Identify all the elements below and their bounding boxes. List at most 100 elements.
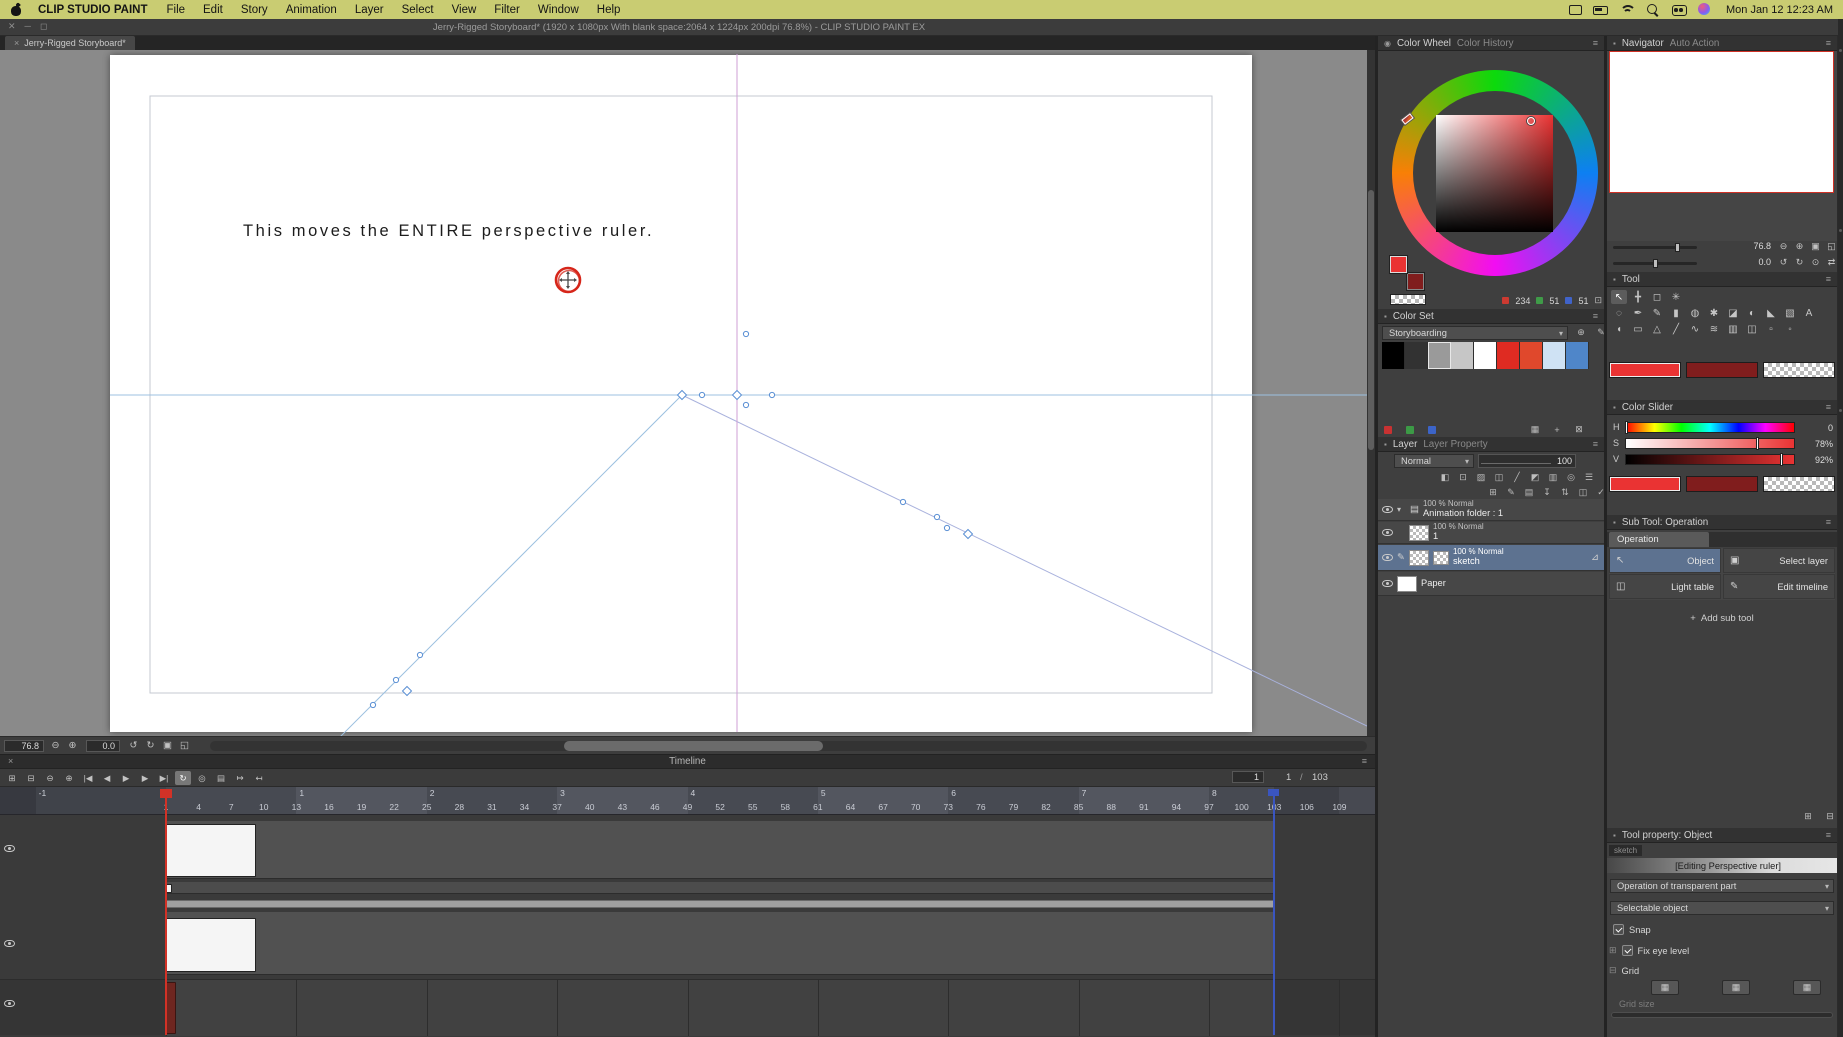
- document-tab[interactable]: × Jerry-Rigged Storyboard*: [5, 36, 135, 50]
- menu-help[interactable]: Help: [588, 4, 630, 16]
- playhead-line[interactable]: [165, 789, 167, 1035]
- expand-icon[interactable]: ▾: [1397, 505, 1406, 514]
- main-color-swatch[interactable]: [1609, 362, 1681, 378]
- tab-layer-property[interactable]: Layer Property: [1423, 439, 1487, 450]
- zoom-slider-handle[interactable]: [1675, 243, 1680, 252]
- subtool-item-object[interactable]: ↖ Object: [1609, 548, 1721, 573]
- transparent-color-swatch[interactable]: [1763, 476, 1835, 492]
- subtool-item-select-layer[interactable]: ▣ Select layer: [1723, 548, 1835, 573]
- color-swatch[interactable]: [1451, 342, 1474, 369]
- fill-tool-icon[interactable]: ◣: [1763, 306, 1779, 320]
- delete-frame-icon[interactable]: ↤: [251, 771, 267, 785]
- layer-visibility-icon[interactable]: [1382, 554, 1393, 561]
- color-swatch[interactable]: [1543, 342, 1566, 369]
- tab-layer[interactable]: Layer: [1393, 439, 1418, 450]
- panel-menu-icon[interactable]: ≡: [1593, 38, 1598, 48]
- panel-menu-icon[interactable]: ≡: [1826, 38, 1831, 48]
- divide-view-icon[interactable]: ▥: [1546, 471, 1560, 484]
- menu-view[interactable]: View: [443, 4, 486, 16]
- grid-yz-button[interactable]: ▦: [1793, 980, 1821, 995]
- operation-tool-icon[interactable]: ↖: [1611, 290, 1627, 304]
- insert-frame-icon[interactable]: ↦: [232, 771, 248, 785]
- layer-visibility-icon[interactable]: [1382, 529, 1393, 536]
- transfer-down-icon[interactable]: ↧: [1540, 486, 1554, 499]
- reset-rotation-icon[interactable]: ⊙: [1809, 256, 1822, 269]
- perspective-ruler-overlay[interactable]: [0, 50, 1367, 736]
- lock-transparency-icon[interactable]: ▨: [1474, 471, 1488, 484]
- panel-menu-icon[interactable]: ≡: [1593, 439, 1598, 449]
- transparent-color-swatch[interactable]: [1390, 294, 1426, 305]
- blend-mode-select[interactable]: Normal ▾: [1394, 454, 1474, 468]
- fix-eye-level-row[interactable]: ⊞ Fix eye level: [1609, 945, 1689, 956]
- go-to-end-icon[interactable]: ▶|: [156, 771, 172, 785]
- subtool-item-light-table[interactable]: ◫ Light table: [1609, 574, 1721, 599]
- canvas-zoom-field[interactable]: 76.8: [4, 740, 44, 752]
- camera-keyframe-clip[interactable]: [166, 982, 176, 1034]
- cel-thumbnail[interactable]: [1408, 549, 1429, 566]
- add-subtool-icon[interactable]: ⊞: [1799, 810, 1817, 823]
- brush-tool-icon[interactable]: ▮: [1668, 306, 1684, 320]
- panel-menu-icon[interactable]: ≡: [1826, 402, 1831, 412]
- transparent-color-swatch[interactable]: [1763, 362, 1835, 378]
- fit-to-window-icon[interactable]: ◱: [1825, 240, 1838, 253]
- transparent-part-dropdown[interactable]: Operation of transparent part ▾: [1610, 879, 1834, 893]
- snap-checkbox[interactable]: [1613, 924, 1624, 935]
- canvas-vertical-scrollbar[interactable]: [1367, 50, 1375, 736]
- sub-tool-tab-operation[interactable]: Operation: [1609, 532, 1709, 547]
- canvas-horizontal-scrollbar[interactable]: [210, 741, 1367, 751]
- playback-end-marker[interactable]: [1268, 789, 1279, 796]
- loop-icon[interactable]: ↻: [175, 771, 191, 785]
- window-close-button[interactable]: ✕: [8, 21, 16, 32]
- color-swatch[interactable]: [1520, 342, 1543, 369]
- layer-color-icon[interactable]: ◩: [1528, 471, 1542, 484]
- scrollbar-handle[interactable]: [1368, 190, 1374, 450]
- slider-handle[interactable]: [1779, 453, 1783, 466]
- menu-edit[interactable]: Edit: [194, 4, 232, 16]
- delete-cel-icon[interactable]: ⊟: [23, 771, 39, 785]
- selection-area-tool-icon[interactable]: ◻: [1649, 290, 1665, 304]
- menu-file[interactable]: File: [157, 4, 194, 16]
- color-set-chip[interactable]: [1384, 426, 1392, 434]
- rotate-left-icon[interactable]: ↺: [1777, 256, 1790, 269]
- layer-menu-icon[interactable]: ☰: [1582, 471, 1596, 484]
- grid-size-slider[interactable]: [1611, 1012, 1833, 1018]
- delete-subtool-icon[interactable]: ⊟: [1821, 810, 1839, 823]
- animation-cel-clip[interactable]: [166, 918, 256, 972]
- layer-visibility-icon[interactable]: [1382, 506, 1393, 513]
- animation-cel-clip[interactable]: [166, 824, 256, 877]
- add-sub-tool-button[interactable]: + Add sub tool: [1607, 613, 1837, 624]
- enable-timeline-icon[interactable]: ▤: [213, 771, 229, 785]
- sub-color-swatch[interactable]: [1686, 476, 1758, 492]
- rotate-left-button[interactable]: ↺: [126, 739, 141, 752]
- selectable-object-dropdown[interactable]: Selectable object ▾: [1610, 901, 1834, 915]
- create-mask-icon[interactable]: ◫: [1576, 486, 1590, 499]
- perspective-guide-left[interactable]: [338, 394, 683, 736]
- color-set-chip[interactable]: [1428, 426, 1436, 434]
- menu-bar-clock[interactable]: Mon Jan 12 12:23 AM: [1726, 4, 1833, 16]
- scrollbar-handle[interactable]: [564, 741, 823, 751]
- onion-skin-icon[interactable]: ◎: [194, 771, 210, 785]
- line-correction-tool-icon[interactable]: ∿: [1687, 322, 1703, 336]
- grid-xz-button[interactable]: ▦: [1722, 980, 1750, 995]
- layer-row-paper[interactable]: Paper: [1378, 572, 1604, 596]
- playback-end-line[interactable]: [1273, 789, 1275, 1035]
- decoration-tool-icon[interactable]: ✱: [1706, 306, 1722, 320]
- panel-menu-icon[interactable]: ≡: [1826, 830, 1831, 840]
- window-minimize-button[interactable]: ─: [25, 21, 31, 32]
- track-visibility-icon[interactable]: [4, 845, 15, 852]
- eyedropper-tool-icon[interactable]: ◌: [1611, 306, 1627, 320]
- timeline-frame-ruler[interactable]: -112345678147101316192225283134374043464…: [0, 787, 1375, 815]
- canvas-rotation-field[interactable]: 0.0: [86, 740, 120, 752]
- canvas-viewport[interactable]: This moves the ENTIRE perspective ruler.: [0, 50, 1367, 736]
- apply-mask-icon[interactable]: ✓: [1594, 486, 1608, 499]
- layer-opacity-slider[interactable]: 100: [1478, 454, 1576, 468]
- color-swatch[interactable]: [1428, 342, 1451, 369]
- gradient-tool-icon[interactable]: ▧: [1782, 306, 1798, 320]
- zoom-out-icon[interactable]: ⊖: [42, 771, 58, 785]
- panel-menu-icon[interactable]: ≡: [1826, 517, 1831, 527]
- add-color-icon[interactable]: +: [1548, 423, 1566, 436]
- liquify-tool-icon[interactable]: ≋: [1706, 322, 1722, 336]
- current-frame-field[interactable]: 1: [1232, 771, 1264, 783]
- window-zoom-button[interactable]: ◻: [40, 21, 47, 32]
- panel-menu-icon[interactable]: ≡: [1593, 311, 1598, 321]
